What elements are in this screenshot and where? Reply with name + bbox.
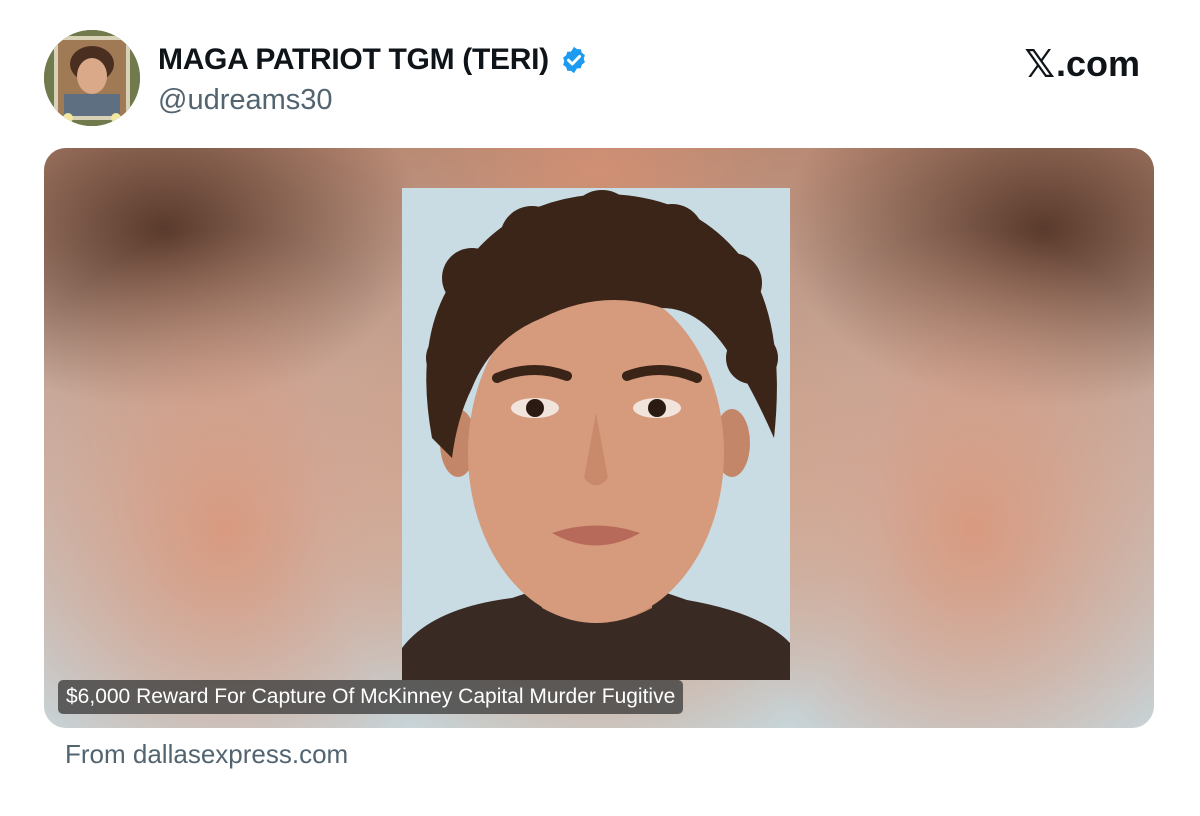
user-handle[interactable]: @udreams30 (158, 82, 333, 118)
avatar[interactable] (44, 30, 140, 126)
article-title[interactable]: $6,000 Reward For Capture Of McKinney Ca… (58, 680, 684, 714)
verified-badge-icon (559, 45, 589, 75)
x-logo-icon: 𝕏 (1024, 42, 1055, 86)
brand-suffix: .com (1055, 43, 1140, 84)
display-name-text: MAGA PATRIOT TGM (TERI) (158, 43, 549, 76)
x-logo: 𝕏 .com (1024, 42, 1140, 86)
source-domain[interactable]: From dallasexpress.com (65, 738, 348, 770)
avatar-image (44, 30, 140, 126)
link-preview-card[interactable]: $6,000 Reward For Capture Of McKinney Ca… (44, 148, 1154, 728)
article-photo (402, 188, 790, 680)
display-name[interactable]: MAGA PATRIOT TGM (TERI) (158, 42, 589, 78)
tweet-card-screenshot: MAGA PATRIOT TGM (TERI) @udreams30 𝕏 .co… (0, 0, 1200, 816)
